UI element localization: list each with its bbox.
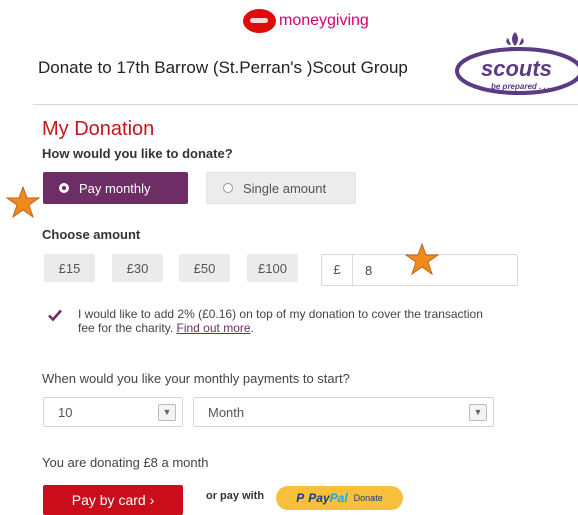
scouts-logo-text: scouts [481, 56, 552, 81]
fee-period: . [250, 321, 254, 335]
paypal-donate-label: Donate [353, 493, 383, 503]
paypal-icon: P [296, 491, 305, 505]
chevron-down-icon[interactable]: ▼ [469, 403, 487, 421]
brand-name: moneygiving [279, 12, 369, 29]
pay-monthly-label: Pay monthly [79, 180, 151, 196]
start-month-value: Month [208, 404, 245, 420]
chevron-down-icon[interactable]: ▼ [158, 403, 176, 421]
amount-100-button[interactable]: £100 [247, 254, 298, 282]
currency-symbol: £ [322, 255, 353, 285]
fee-checkbox[interactable] [47, 307, 63, 323]
donation-summary: You are donating £8 a month [42, 455, 209, 470]
or-pay-with-label: or pay with [206, 490, 265, 502]
star-icon [405, 243, 439, 276]
virgin-badge-icon [243, 9, 276, 33]
paypal-donate-button[interactable]: P Pay Pal Donate [276, 486, 403, 510]
start-day-value: 10 [58, 404, 73, 420]
radio-selected-icon[interactable] [59, 183, 69, 193]
single-amount-button[interactable]: Single amount [206, 172, 356, 204]
paypal-word2: Pal [329, 491, 348, 505]
checkmark-icon [48, 309, 62, 322]
fleur-de-lis-icon [506, 32, 524, 49]
amount-question: Choose amount [42, 227, 141, 242]
amount-30-button[interactable]: £30 [112, 254, 163, 282]
scouts-logo: scouts be prepared . . . [455, 32, 578, 95]
fee-text: I would like to add 2% (£0.16) on top of… [78, 307, 498, 335]
frequency-question: How would you like to donate? [42, 146, 233, 161]
radio-unselected-icon[interactable] [223, 183, 233, 193]
scouts-logo-tagline: be prepared . . . [491, 82, 550, 91]
single-amount-label: Single amount [243, 180, 327, 196]
amount-15-button[interactable]: £15 [44, 254, 95, 282]
amount-50-button[interactable]: £50 [179, 254, 230, 282]
start-question: When would you like your monthly payment… [42, 371, 350, 386]
pay-monthly-button[interactable]: Pay monthly [43, 172, 188, 204]
virgin-moneygiving-logo: moneygiving [243, 6, 369, 36]
star-icon [6, 186, 40, 219]
header-divider [33, 104, 578, 105]
start-month-select[interactable]: Month ▼ [193, 397, 494, 427]
paypal-word1: Pay [308, 491, 330, 505]
page-title: Donate to 17th Barrow (St.Perran's )Scou… [38, 58, 408, 77]
find-out-more-link[interactable]: Find out more [177, 321, 251, 335]
pay-by-card-button[interactable]: Pay by card › [43, 485, 183, 515]
start-day-select[interactable]: 10 ▼ [43, 397, 183, 427]
fee-description: I would like to add 2% (£0.16) on top of… [78, 307, 483, 335]
section-title: My Donation [42, 118, 155, 140]
